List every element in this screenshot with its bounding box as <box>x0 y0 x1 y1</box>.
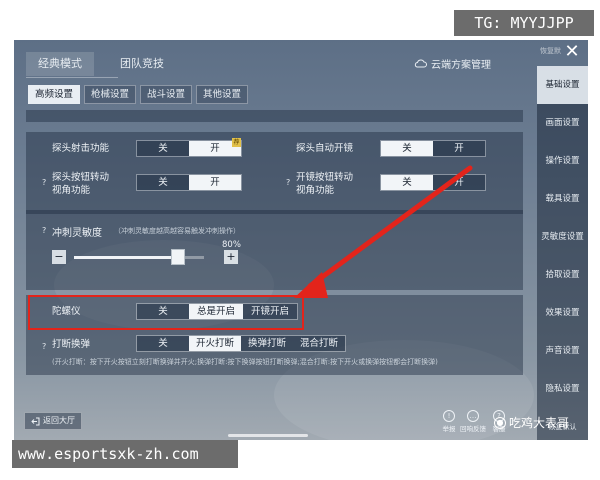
exit-icon <box>31 417 40 425</box>
sidebar-item-pickup[interactable]: 拾取设置 <box>537 256 588 294</box>
home-indicator-bar <box>228 434 308 437</box>
sidebar-item-graphics[interactable]: 画面设置 <box>537 104 588 142</box>
sidebar-item-sound[interactable]: 声音设置 <box>537 332 588 370</box>
author-watermark: ● 吃鸡大表哥 <box>494 414 569 431</box>
feedback-icon: … <box>467 410 479 422</box>
feedback-label: 回响反馈 <box>460 425 486 433</box>
sidebar-item-effects[interactable]: 效果设置 <box>537 294 588 332</box>
game-settings-window: 经典模式 团队竞技 云端方案管理 高频设置 枪械设置 战斗设置 其他设置 探头射… <box>14 40 588 440</box>
sidebar-item-controls[interactable]: 操作设置 <box>537 142 588 180</box>
sidebar-item-privacy[interactable]: 隐私设置 <box>537 370 588 408</box>
screenshot-canvas: 经典模式 团队竞技 云端方案管理 高频设置 枪械设置 战斗设置 其他设置 探头射… <box>0 0 600 480</box>
sidebar-item-sensitivity[interactable]: 灵敏度设置 <box>537 218 588 256</box>
back-to-lobby-label: 返回大厅 <box>43 416 75 425</box>
sidebar-item-basic[interactable]: 基础设置 <box>537 66 588 104</box>
telegram-watermark: TG: MYYJJPP <box>454 10 594 36</box>
restore-default-label[interactable]: 恢复默 <box>540 46 561 56</box>
social-logo-icon: ● <box>494 416 506 429</box>
annotation-arrow <box>294 165 473 298</box>
author-name: 吃鸡大表哥 <box>509 416 570 430</box>
feedback-button[interactable]: … 回响反馈 <box>460 410 486 433</box>
report-label: 举报 <box>442 425 456 433</box>
report-button[interactable]: ! 举报 <box>438 410 460 433</box>
close-icon[interactable]: ✕ <box>562 42 582 62</box>
report-icon: ! <box>443 410 455 422</box>
sidebar-item-vehicle[interactable]: 载具设置 <box>537 180 588 218</box>
website-watermark: www.esportsxk-zh.com <box>12 440 238 468</box>
settings-sidebar: 基础设置 画面设置 操作设置 载具设置 灵敏度设置 拾取设置 效果设置 声音设置… <box>537 66 588 440</box>
back-to-lobby-button[interactable]: 返回大厅 <box>24 412 82 430</box>
